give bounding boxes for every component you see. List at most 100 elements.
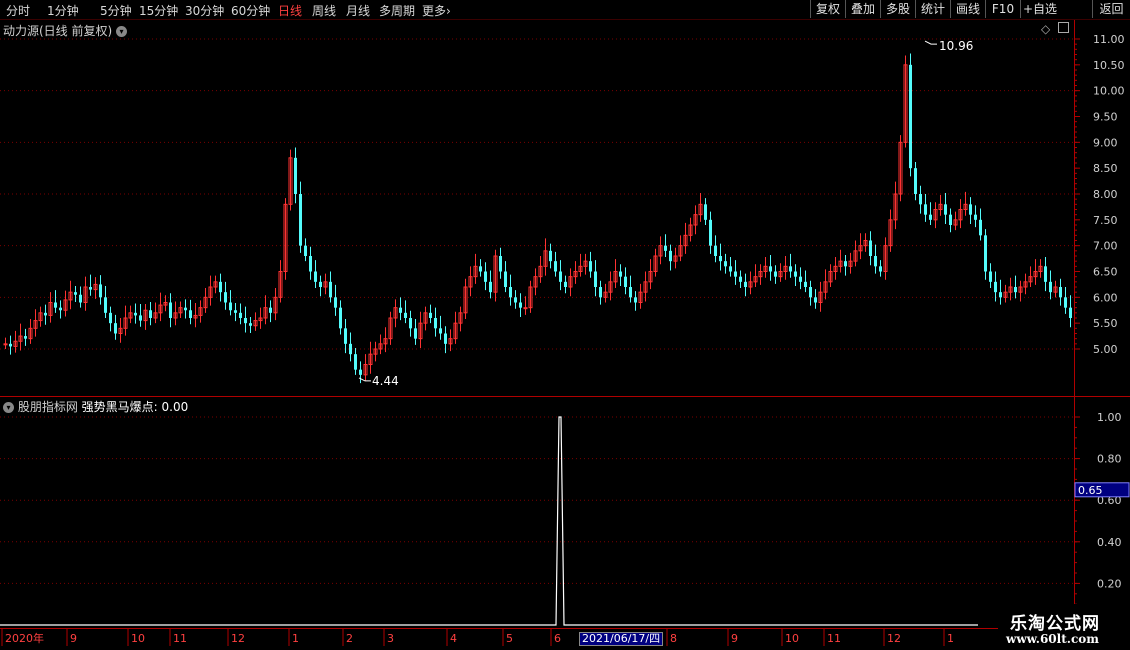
candle-body	[669, 250, 672, 262]
candle-body	[434, 318, 437, 329]
candle-body	[344, 328, 347, 344]
watermark-title: 乐淘公式网	[1010, 614, 1100, 634]
candle-body	[549, 250, 552, 262]
candle-body	[979, 219, 982, 236]
y-tick-label: 9.50	[1093, 111, 1118, 124]
candle-body	[909, 64, 912, 169]
candle-body	[804, 281, 807, 287]
candle-body	[1059, 287, 1062, 298]
time-label: 12	[887, 632, 901, 645]
y-tick-label: 8.00	[1093, 188, 1118, 201]
candle-body	[304, 245, 307, 256]
candle-body	[514, 297, 517, 303]
candle-body	[589, 261, 592, 272]
candle-body	[599, 287, 602, 298]
candle-body	[919, 194, 922, 205]
candle-body	[499, 256, 502, 272]
candle-body	[9, 343, 12, 347]
candle-body	[844, 261, 847, 267]
time-label: 11	[827, 632, 841, 645]
candle-body	[809, 287, 812, 298]
candle-body	[89, 287, 92, 290]
y-tick-label: 6.50	[1093, 266, 1118, 279]
high-marker	[924, 40, 937, 45]
diamond-icon[interactable]: ◇	[1041, 22, 1050, 36]
grid-lines	[0, 20, 1130, 629]
panel-toggle-icon[interactable]	[1058, 22, 1070, 33]
time-label: 12	[231, 632, 245, 645]
candle-body	[249, 323, 252, 326]
candle-body	[1049, 281, 1052, 293]
candle-body	[559, 271, 562, 282]
dropdown-circle-icon[interactable]: ▾	[3, 402, 14, 413]
candle-body	[564, 281, 567, 287]
y-tick-label: 9.00	[1093, 136, 1118, 149]
candle-body	[359, 369, 362, 375]
indicator-label: 强势黑马爆点: 0.00	[81, 400, 189, 414]
watermark-url: www.60lt.com	[1006, 632, 1099, 646]
candle-body	[234, 310, 237, 313]
candle-body	[719, 256, 722, 262]
chart-canvas[interactable]: 10.964.44 11.0010.5010.009.509.008.508.0…	[0, 0, 1130, 650]
y-tick-label: 5.50	[1093, 317, 1118, 330]
candle-body	[189, 310, 192, 318]
candle-body	[349, 343, 352, 355]
candle-body	[134, 312, 137, 316]
candle-body	[269, 307, 272, 313]
time-label: 10	[131, 632, 145, 645]
candle-body	[334, 297, 337, 308]
candle-body	[924, 204, 927, 215]
y-tick-label: 7.50	[1093, 214, 1118, 227]
time-axis: 2020年 9 10 11 12 1 2 3 4 5 6 8 9 10 11 12 1	[1, 629, 954, 646]
candle-body	[1064, 297, 1067, 308]
candlestick-series: 10.96 4.44	[3, 39, 1072, 388]
candle-body	[169, 302, 172, 318]
candle-body	[594, 271, 597, 287]
candle-body	[974, 214, 977, 220]
candle-body	[339, 307, 342, 329]
candle-body	[44, 312, 47, 316]
time-label: 1	[292, 632, 299, 645]
stock-title: 动力源(日线 前复权)	[3, 24, 113, 38]
candle-body	[309, 256, 312, 272]
main-panel-title: 动力源(日线 前复权) ▾	[3, 22, 128, 39]
cursor-value: 0.65	[1078, 484, 1103, 497]
time-label: 6	[554, 632, 561, 645]
candle-body	[914, 168, 917, 194]
candle-body	[799, 276, 802, 282]
candle-body	[739, 276, 742, 282]
candle-body	[479, 266, 482, 272]
candle-body	[664, 245, 667, 251]
candle-body	[624, 276, 627, 287]
candle-body	[509, 287, 512, 298]
y-tick-label: 11.00	[1093, 33, 1125, 46]
time-label: 9	[731, 632, 738, 645]
candle-body	[929, 214, 932, 220]
candle-body	[999, 292, 1002, 298]
cursor-date: 2021/06/17/四	[579, 632, 664, 646]
candle-body	[734, 271, 737, 277]
candle-body	[329, 281, 332, 298]
candle-body	[709, 219, 712, 246]
indicator-source: 股朋指标网	[17, 400, 78, 414]
low-label: 4.44	[372, 374, 399, 388]
candle-body	[744, 281, 747, 287]
candle-body	[244, 318, 247, 324]
price-axis: 11.00 10.50 10.00 9.50 9.00 8.50 8.00 7.50 7.00 6…	[1074, 33, 1130, 605]
candle-body	[54, 302, 57, 308]
candle-body	[879, 266, 882, 272]
candle-body	[114, 323, 117, 334]
candle-body	[729, 266, 732, 272]
candle-body	[554, 261, 557, 272]
candle-body	[429, 312, 432, 318]
candle-body	[354, 354, 357, 370]
candle-body	[769, 266, 772, 272]
candle-body	[229, 302, 232, 311]
dropdown-circle-icon[interactable]: ▾	[116, 26, 128, 37]
candle-body	[224, 292, 227, 303]
candle-body	[944, 204, 947, 215]
candle-body	[294, 157, 297, 194]
candle-body	[969, 204, 972, 215]
time-label: 8	[670, 632, 677, 645]
candle-body	[794, 271, 797, 277]
